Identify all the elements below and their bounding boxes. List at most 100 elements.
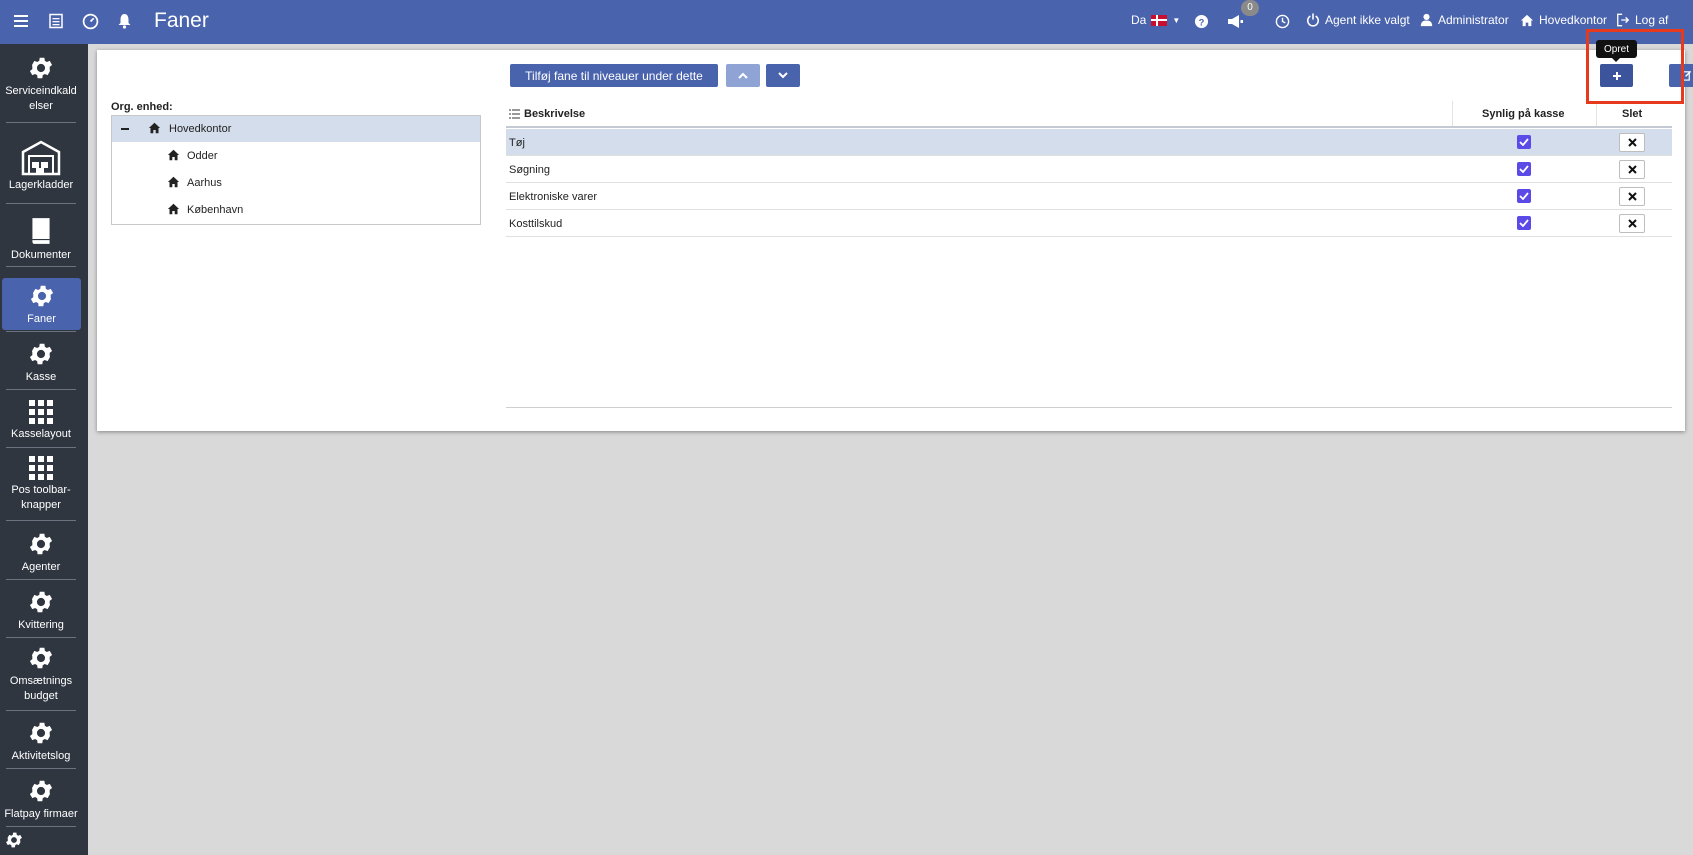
power-icon — [1306, 13, 1320, 27]
visible-checkbox[interactable] — [1517, 216, 1531, 230]
sidebar-item-flatpay-firmaer[interactable]: Flatpay firmaer — [0, 773, 82, 825]
sidebar-divider — [6, 710, 76, 711]
svg-text:?: ? — [1198, 17, 1204, 27]
home-icon — [167, 149, 180, 161]
sidebar-item-pos-toolbar-knapper[interactable]: Pos toolbar-knapper — [0, 452, 82, 516]
close-icon — [1627, 138, 1637, 147]
location-menu[interactable]: Hovedkontor — [1520, 13, 1607, 27]
main-panel: Org. enhed: Hovedkontor Odder Aarhus Køb… — [97, 50, 1693, 431]
sidebar-divider — [6, 447, 76, 448]
table-row[interactable]: Søgning — [506, 156, 1672, 183]
sidebar-item-label: Kvittering — [18, 618, 64, 631]
sidebar-item-serviceindkaldelser[interactable]: Serviceindkald elser — [0, 52, 82, 116]
visible-checkbox[interactable] — [1517, 135, 1531, 149]
gear-icon — [29, 591, 53, 612]
language-label: Da — [1131, 13, 1147, 27]
notification-badge: 0 — [1241, 0, 1259, 16]
table-footer-line — [506, 407, 1672, 408]
home-icon — [167, 203, 180, 215]
column-header-visible[interactable]: Synlig på kasse — [1482, 108, 1565, 120]
sidebar-item-kvittering[interactable]: Kvittering — [0, 584, 82, 636]
tree-node-odder[interactable]: Odder — [112, 143, 480, 169]
sidebar-item-label: Kasselayout — [11, 427, 71, 440]
sidebar-item-label: Agenter — [21, 560, 61, 573]
language-selector[interactable]: Da ▼ — [1131, 13, 1180, 27]
top-bar: Faner Da ▼ ? 0 Agent ikke valgt Administ… — [0, 0, 1693, 44]
sidebar-divider — [6, 579, 76, 580]
sidebar-divider — [6, 122, 76, 123]
logout-link[interactable]: Log af — [1616, 13, 1668, 27]
tree-node-label: Aarhus — [187, 177, 222, 189]
sidebar-item-label: Aktivitetslog — [11, 749, 71, 762]
sidebar-item-label: Flatpay firmaer — [4, 807, 78, 820]
sidebar-item-agenter[interactable]: Agenter — [0, 526, 82, 578]
column-header-delete[interactable]: Slet — [1622, 108, 1642, 120]
agent-status[interactable]: Agent ikke valgt — [1306, 13, 1410, 27]
table-row[interactable]: Kosttilskud — [506, 210, 1672, 237]
delete-button[interactable] — [1619, 187, 1645, 206]
close-icon — [1627, 192, 1637, 201]
dashboard-icon[interactable] — [79, 10, 101, 32]
list-icon — [509, 109, 520, 119]
gear-icon — [29, 533, 53, 554]
highlight-box — [1586, 29, 1684, 104]
chevron-down-icon — [778, 72, 788, 79]
close-icon — [1627, 165, 1637, 174]
delete-button[interactable] — [1619, 214, 1645, 233]
help-icon[interactable]: ? — [1190, 10, 1212, 32]
sidebar-item-dokumenter[interactable]: Dokumenter — [0, 210, 82, 268]
move-down-button[interactable] — [766, 64, 800, 87]
table-row[interactable]: Elektroniske varer — [506, 183, 1672, 210]
table-row[interactable]: Tøj — [506, 129, 1672, 156]
checkmark-icon — [1519, 138, 1529, 146]
checkmark-icon — [1519, 219, 1529, 227]
user-menu[interactable]: Administrator — [1420, 13, 1509, 27]
collapse-icon[interactable] — [121, 128, 129, 130]
row-description: Kosttilskud — [509, 218, 563, 230]
logout-icon — [1617, 13, 1630, 27]
tree-node-aarhus[interactable]: Aarhus — [112, 170, 480, 196]
home-icon — [1520, 14, 1534, 26]
close-icon — [1627, 219, 1637, 228]
tree-node-hovedkontor[interactable]: Hovedkontor — [112, 116, 480, 142]
bell-icon[interactable] — [113, 10, 135, 32]
warehouse-icon — [21, 140, 61, 175]
sidebar-item-label: Faner — [27, 312, 56, 325]
sidebar-item-kasselayout[interactable]: Kasselayout — [0, 394, 82, 446]
delete-button[interactable] — [1619, 160, 1645, 179]
agent-status-label: Agent ikke valgt — [1325, 13, 1410, 27]
book-icon — [32, 217, 50, 244]
home-icon — [148, 122, 161, 134]
settings-gear-icon[interactable] — [4, 830, 24, 853]
column-header-description[interactable]: Beskrivelse — [524, 108, 585, 120]
column-separator — [1596, 101, 1597, 126]
gear-icon — [29, 647, 53, 669]
delete-button[interactable] — [1619, 133, 1645, 152]
move-up-button[interactable] — [726, 64, 760, 87]
sidebar-divider — [6, 826, 76, 827]
sidebar-item-aktivitetslog[interactable]: Aktivitetslog — [0, 715, 82, 767]
tree-node-label: København — [187, 204, 244, 216]
chevron-up-icon — [738, 72, 748, 79]
hamburger-menu-icon[interactable] — [10, 10, 32, 32]
add-to-sublevels-button[interactable]: Tilføj fane til niveauer under dette — [510, 64, 718, 87]
clock-icon[interactable] — [1271, 10, 1293, 32]
caret-down-icon: ▼ — [1172, 15, 1181, 25]
visible-checkbox[interactable] — [1517, 189, 1531, 203]
sidebar-divider — [6, 203, 76, 204]
sidebar-item-lagerkladder[interactable]: Lagerkladder — [0, 136, 82, 196]
location-label: Hovedkontor — [1539, 13, 1608, 27]
grid-icon — [29, 456, 53, 480]
sidebar-divider — [6, 331, 76, 332]
sidebar-item-omsaetnings-budget[interactable]: Omsætnings budget — [0, 642, 82, 706]
sidebar-item-kasse[interactable]: Kasse — [0, 336, 82, 388]
visible-checkbox[interactable] — [1517, 162, 1531, 176]
table-header: Beskrivelse Synlig på kasse Slet — [506, 101, 1672, 128]
tree-node-label: Odder — [187, 150, 218, 162]
sidebar: Serviceindkald elser Lagerkladder Dokume… — [0, 44, 88, 855]
list-icon[interactable] — [45, 10, 67, 32]
sidebar-item-label: Lagerkladder — [8, 178, 74, 191]
sidebar-item-faner[interactable]: Faner — [2, 278, 81, 330]
gear-icon — [29, 343, 53, 364]
tree-node-koebenhavn[interactable]: København — [112, 197, 480, 223]
